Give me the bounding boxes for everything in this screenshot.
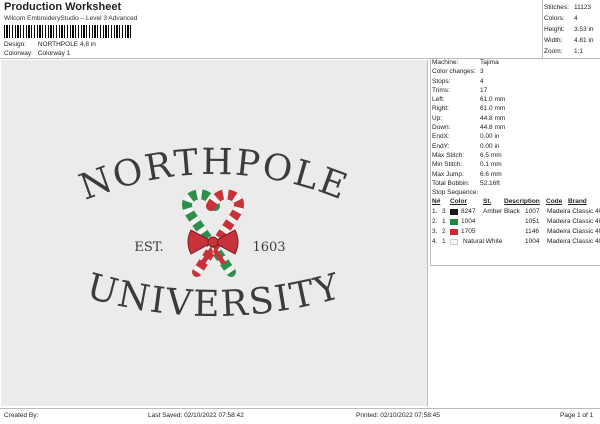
sequence-row: 1. 3 8247 Amber Black 1007 Madeira Class… — [432, 208, 600, 216]
software-subtitle: Wilcom EmbroideryStudio – Level 3 Advanc… — [4, 15, 138, 22]
info-row: Color changes: 3 — [432, 68, 484, 76]
page-number: Page 1 of 1 — [560, 412, 594, 419]
footer-divider — [0, 408, 600, 409]
colorway-name: Colorway 1 — [37, 50, 71, 57]
stats-divider — [542, 0, 543, 58]
stat-width: Width: 4.81 in — [544, 37, 594, 44]
sequence-row: 4. 1 Natural White 1004 Madeira Classic … — [432, 238, 600, 246]
info-row: EndX: 0.00 in — [432, 133, 500, 141]
bow-icon — [187, 229, 239, 264]
info-row: Machine: Tajima — [432, 59, 499, 66]
created-by: Created By: — [4, 412, 39, 419]
last-saved: Last Saved: 02/10/2022 07:58:42 — [148, 412, 244, 419]
machine-info-panel: Machine: Tajima Color changes: 3 Stops: 4 T… — [432, 58, 600, 247]
design-label: Design: — [4, 41, 27, 48]
design-preview: NORTHPOLE UNIVERSITY EST. 1603 — [1, 60, 428, 406]
colorway-label: Colorway: — [4, 50, 33, 57]
stop-sequence-title: Stop Sequence: — [432, 189, 479, 197]
design-name: NORTHPOLE 4,8 in — [37, 41, 96, 48]
year-text: 1603 — [252, 240, 285, 255]
info-row: EndY: 0.00 in — [432, 142, 500, 150]
university-text: UNIVERSITY — [82, 266, 345, 325]
stat-zoom: Zoom: 1:1 — [544, 48, 584, 55]
thread-swatch — [450, 218, 458, 225]
info-row: Right: 61.0 mm — [432, 105, 506, 113]
stat-stitches: Stitches: 11123 — [544, 4, 592, 11]
printed-date: Printed: 02/10/2022 07:58:45 — [356, 412, 440, 419]
info-row: Min Stitch: 0.1 mm — [432, 161, 502, 169]
info-divider — [430, 58, 431, 266]
colorway-row: Colorway: Colorway 1 — [4, 50, 70, 57]
stats-panel: Stitches: 11123 Colors: 4 Height: 3.53 in W… — [544, 2, 600, 57]
stat-height: Height: 3.53 in — [544, 26, 594, 33]
info-row: Down: 44.8 mm — [432, 124, 506, 132]
info-row: Max Jump: 6.6 mm — [432, 170, 502, 178]
barcode — [4, 25, 132, 38]
sequence-row: 2. 1 1004 1051 Madeira Classic 40 — [432, 218, 600, 226]
info-row: Left: 61.0 mm — [432, 96, 506, 104]
info-row: Trims: 17 — [432, 86, 488, 94]
thread-swatch — [450, 228, 458, 235]
info-row: Max Stitch: 6.5 mm — [432, 151, 502, 159]
sequence-row: 3. 2 1705 1146 Madeira Classic 40 — [432, 228, 600, 236]
thread-swatch — [450, 238, 458, 245]
info-row: Up: 44.8 mm — [432, 114, 506, 122]
worksheet-title: Production Worksheet — [4, 1, 122, 13]
embroidery-design: NORTHPOLE UNIVERSITY EST. 1603 — [74, 142, 352, 325]
design-row: Design: NORTHPOLE 4,8 in — [4, 41, 96, 48]
est-text: EST. — [134, 240, 163, 255]
info-row: Stops: 4 — [432, 77, 484, 85]
info-row: Total Bobbin: 52.16ft — [432, 179, 500, 187]
stop-sequence-header: N# Color St. Description Code Brand — [432, 198, 587, 206]
stat-colors: Colors: 4 — [544, 15, 578, 22]
thread-swatch — [450, 208, 458, 215]
info-bottom-divider — [430, 265, 600, 266]
